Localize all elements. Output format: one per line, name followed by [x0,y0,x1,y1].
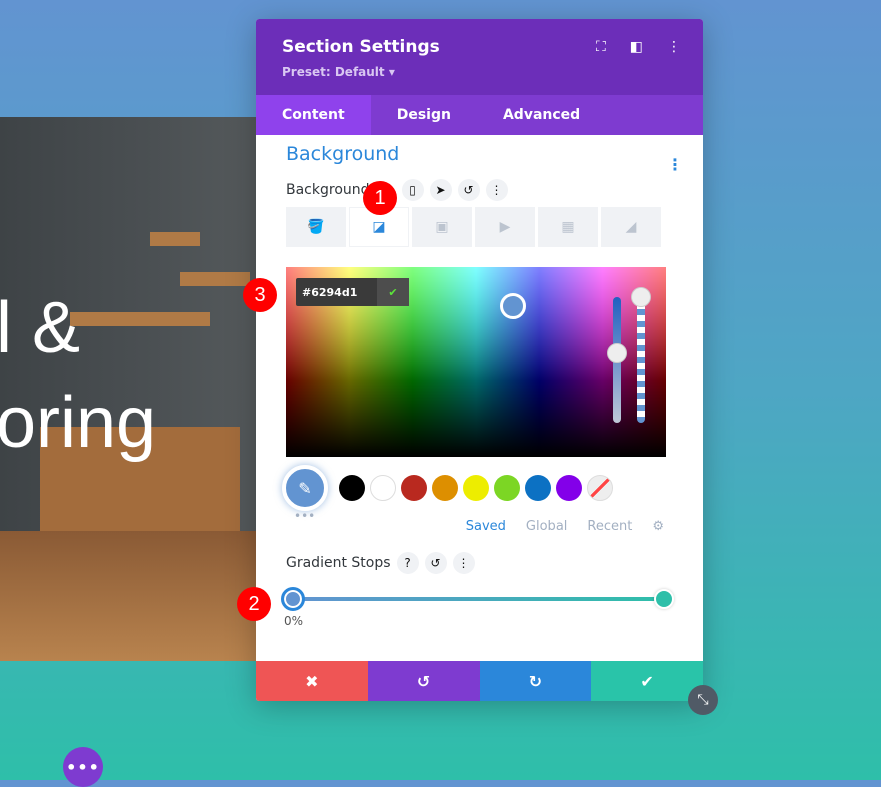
hex-input[interactable]: #6294d1 ✔ [296,278,409,306]
resize-handle-icon[interactable]: ⤡ [688,685,718,715]
sidebar-layout-icon[interactable]: ◧ [630,39,643,55]
palette-settings-gear-icon[interactable]: ⚙ [652,519,664,534]
swatch-black[interactable] [339,475,365,501]
gradient-stops-label: Gradient Stops [286,555,391,571]
palette-saved-tab[interactable]: Saved [466,519,506,534]
pattern-type-tab[interactable]: ▦ [538,207,598,247]
mobile-icon[interactable]: ▯ [401,179,424,201]
gradient-reset-icon[interactable]: ↺ [424,552,447,574]
tab-advanced[interactable]: Advanced [477,95,606,135]
cancel-button[interactable]: ✖ [256,661,368,701]
hex-value[interactable]: #6294d1 [302,286,357,299]
opacity-slider[interactable] [637,297,645,423]
options-icon[interactable]: ⋮ [485,179,508,201]
color-picker[interactable]: #6294d1 ✔ [286,267,666,457]
color-type-tab[interactable]: 🪣 [286,207,346,247]
swatch-white[interactable] [370,475,396,501]
fullscreen-icon[interactable]: ⛶ [596,39,606,55]
eyedropper-button[interactable]: ✎ [282,465,328,511]
color-handle[interactable] [500,293,526,319]
video-type-tab[interactable]: ▶ [475,207,535,247]
preset-dropdown[interactable]: Preset: Default ▾ [282,65,677,79]
hue-knob[interactable] [607,343,627,363]
swatch-purple[interactable] [556,475,582,501]
section-title[interactable]: Background [286,143,666,173]
swatch-transparent[interactable] [587,475,613,501]
tab-content[interactable]: Content [256,95,371,135]
gradient-options-icon[interactable]: ⋮ [452,552,475,574]
swatch-blue[interactable] [525,475,551,501]
palette-global-tab[interactable]: Global [526,519,567,534]
swatch-orange[interactable] [432,475,458,501]
gradient-stop-start[interactable] [281,587,305,611]
modal-header: Section Settings Preset: Default ▾ ⛶ ◧ ⋮ [256,19,703,95]
help-icon[interactable]: ? [396,552,419,574]
gradient-stops-slider[interactable] [281,584,674,614]
opacity-knob[interactable] [631,287,651,307]
hero-text-line2: oring [0,383,157,463]
palette-recent-tab[interactable]: Recent [587,519,632,534]
gradient-stop-end[interactable] [654,589,674,609]
hero-text-line1: l & [0,288,81,368]
field-label: Background [286,182,370,198]
stop-position-label: 0% [284,614,304,628]
cursor-hover-icon[interactable]: ➤ [429,179,452,201]
annotation-badge-1: 1 [363,181,397,215]
redo-button[interactable]: ↻ [479,661,592,701]
section-settings-modal: Section Settings Preset: Default ▾ ⛶ ◧ ⋮… [256,19,703,701]
tab-design[interactable]: Design [371,95,477,135]
mask-type-tab[interactable]: ◢ [601,207,661,247]
background-photo: l & oring [0,117,258,661]
image-type-tab[interactable]: ▣ [412,207,472,247]
more-options-icon[interactable]: ⋮ [667,39,681,55]
annotation-badge-3: 3 [243,278,277,312]
save-button[interactable]: ✔ [591,661,703,701]
eyedropper-icon: ✎ [298,478,312,498]
undo-button[interactable]: ↺ [367,661,480,701]
swatch-red[interactable] [401,475,427,501]
confirm-check-icon[interactable]: ✔ [377,278,409,306]
swatch-green[interactable] [494,475,520,501]
annotation-badge-2: 2 [237,587,271,621]
reset-icon[interactable]: ↺ [457,179,480,201]
section-more-button[interactable]: ••• [63,747,103,787]
section-options-icon[interactable]: ⋮ [667,155,683,174]
swatch-yellow[interactable] [463,475,489,501]
